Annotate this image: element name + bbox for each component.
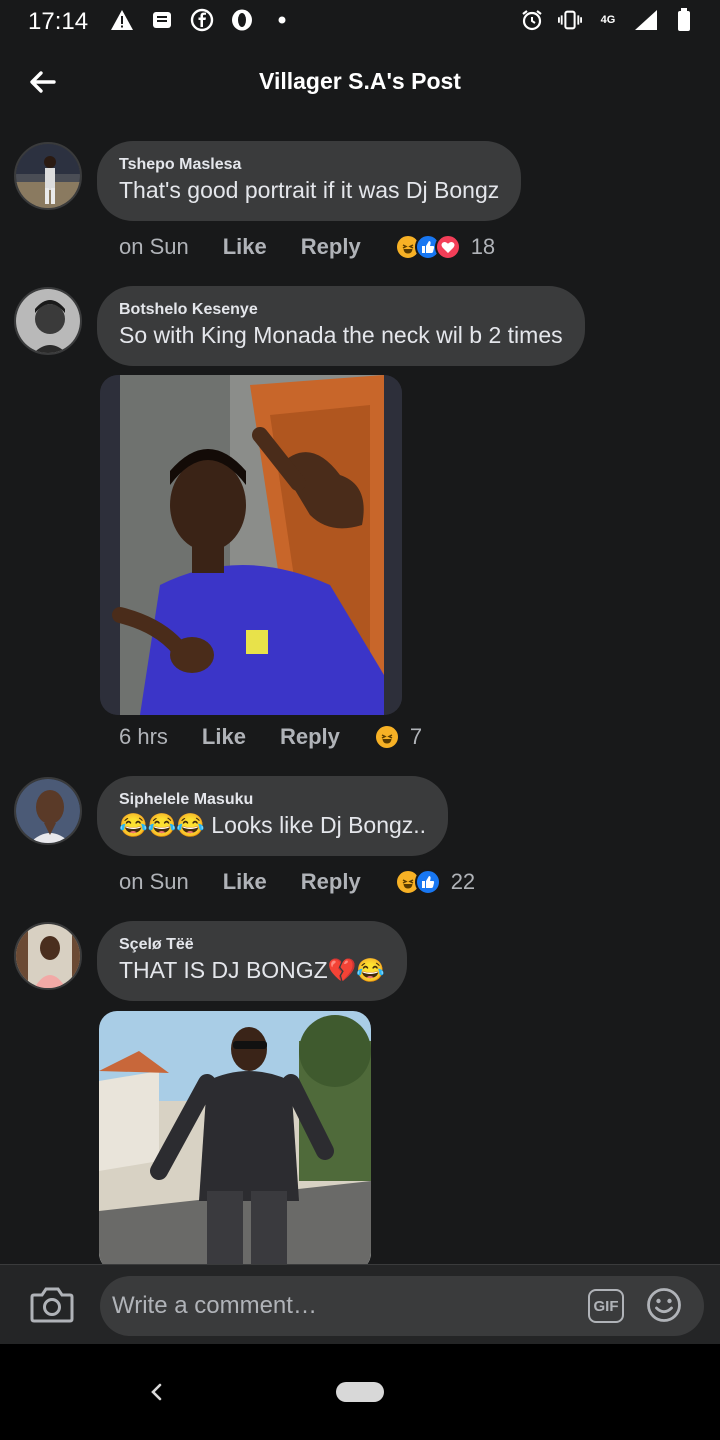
comment-author[interactable]: Tshepo Maslesa	[119, 155, 499, 175]
reply-button[interactable]: Reply	[280, 724, 340, 750]
notification-icons	[110, 8, 294, 32]
comment-photo[interactable]	[100, 375, 402, 715]
network-type-icon: 4G	[600, 14, 616, 26]
reply-button[interactable]: Reply	[301, 869, 361, 895]
reaction-count[interactable]: 7	[410, 724, 422, 750]
comment-text: That's good portrait if it was Dj Bongz	[119, 177, 500, 203]
reaction-summary[interactable]	[373, 724, 400, 750]
system-nav-bar	[0, 1344, 720, 1440]
facebook-icon	[190, 8, 214, 32]
love-reaction-icon	[434, 234, 461, 260]
camera-button[interactable]	[30, 1285, 74, 1325]
haha-reaction-icon	[373, 724, 400, 750]
avatar[interactable]	[14, 922, 82, 990]
reply-button[interactable]: Reply	[301, 234, 361, 260]
emoji-button[interactable]	[646, 1287, 682, 1323]
system-icons: 4G	[520, 8, 696, 32]
camera-icon	[30, 1287, 74, 1323]
comment-author[interactable]: Botshelo Kesenye	[119, 300, 563, 320]
comment-meta: on Sun Like Reply 18	[119, 234, 495, 260]
comment-text: 😂😂😂 Looks like Dj Bongz..	[119, 812, 427, 838]
like-button[interactable]: Like	[223, 234, 267, 260]
comment-bubble[interactable]: Tshepo Maslesa That's good portrait if i…	[97, 141, 522, 221]
alarm-icon	[520, 8, 544, 32]
comment-author[interactable]: Sçelø Tëë	[119, 935, 385, 955]
status-bar: 17:14 4G	[0, 0, 720, 44]
dot-icon	[270, 8, 294, 32]
comment-meta: 6 hrs Like Reply 7	[119, 724, 422, 750]
reaction-count[interactable]: 22	[451, 869, 475, 895]
message-icon	[150, 8, 174, 32]
reaction-summary[interactable]	[394, 234, 461, 260]
signal-icon	[634, 8, 658, 32]
chevron-left-icon	[151, 1383, 162, 1401]
comment-time: 6 hrs	[119, 724, 168, 749]
comment-composer: GIF	[0, 1264, 720, 1344]
header: Villager S.A's Post	[0, 44, 720, 124]
avatar[interactable]	[14, 287, 82, 355]
comment-meta: on Sun Like Reply 22	[119, 869, 475, 895]
nav-back-button[interactable]	[145, 1377, 167, 1407]
comment-time: on Sun	[119, 234, 189, 259]
like-button[interactable]: Like	[223, 869, 267, 895]
comment-author[interactable]: Siphelele Masuku	[119, 790, 426, 810]
battery-icon	[672, 8, 696, 32]
comment-bubble[interactable]: Siphelele Masuku 😂😂😂 Looks like Dj Bongz…	[97, 776, 449, 856]
reaction-count[interactable]: 18	[471, 234, 495, 260]
comment-bubble[interactable]: Sçelø Tëë THAT IS DJ BONGZ💔😂	[97, 921, 407, 1001]
avatar[interactable]	[14, 142, 82, 210]
reaction-summary[interactable]	[394, 869, 441, 895]
like-reaction-icon	[414, 869, 441, 895]
comment-time: on Sun	[119, 869, 189, 894]
like-button[interactable]: Like	[202, 724, 246, 750]
comment-text: So with King Monada the neck wil b 2 tim…	[119, 322, 563, 348]
gif-button[interactable]: GIF	[588, 1289, 624, 1323]
avatar[interactable]	[14, 777, 82, 845]
opera-icon	[230, 8, 254, 32]
warning-icon	[110, 8, 134, 32]
comment-photo[interactable]	[99, 1011, 371, 1264]
comment-text: THAT IS DJ BONGZ💔😂	[119, 957, 385, 983]
comment-list[interactable]: Tshepo Maslesa That's good portrait if i…	[0, 124, 720, 1264]
status-time: 17:14	[28, 8, 89, 35]
vibrate-icon	[558, 8, 582, 32]
smiley-icon	[647, 1288, 681, 1322]
nav-home-pill[interactable]	[336, 1382, 384, 1402]
comment-bubble[interactable]: Botshelo Kesenye So with King Monada the…	[97, 286, 585, 366]
page-title: Villager S.A's Post	[259, 68, 461, 94]
